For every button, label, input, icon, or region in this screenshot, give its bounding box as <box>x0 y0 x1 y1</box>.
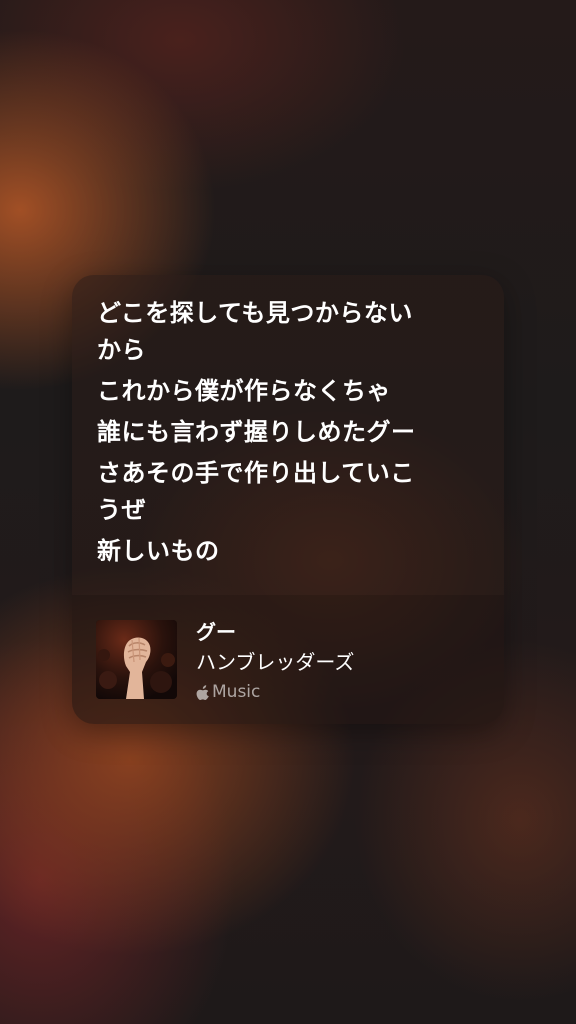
lyric-line-4b: うぜ <box>97 496 146 524</box>
song-artist: ハンブレッダーズ <box>196 650 355 674</box>
apple-logo-icon <box>196 684 209 700</box>
lyrics-share-card[interactable]: どこを探しても見つからない から これから僕が作らなくちゃ 誰にも言わず握りしめ… <box>72 275 504 724</box>
song-info[interactable]: グー ハンブレッダーズ Music <box>72 595 504 724</box>
lyrics-block: どこを探しても見つからない から これから僕が作らなくちゃ 誰にも言わず握りしめ… <box>97 295 487 574</box>
lyric-line-1b: から <box>97 336 146 364</box>
lyric-line-3: 誰にも言わず握りしめたグー <box>97 418 416 446</box>
album-artwork <box>96 620 177 699</box>
song-title: グー <box>196 620 236 644</box>
lyric-line-1: どこを探しても見つからない から <box>97 295 487 369</box>
raised-fist-artwork <box>96 620 177 699</box>
apple-music-badge: Music <box>196 681 260 703</box>
lyric-line-4a: さあその手で作り出していこ <box>97 459 415 487</box>
lyric-line-5: 新しいもの <box>97 537 220 565</box>
lyric-line-4: さあその手で作り出していこ うぜ <box>97 455 487 529</box>
lyric-line-1a: どこを探しても見つからない <box>97 299 413 327</box>
lyric-line-2: これから僕が作らなくちゃ <box>97 377 391 405</box>
service-label: Music <box>212 682 261 702</box>
